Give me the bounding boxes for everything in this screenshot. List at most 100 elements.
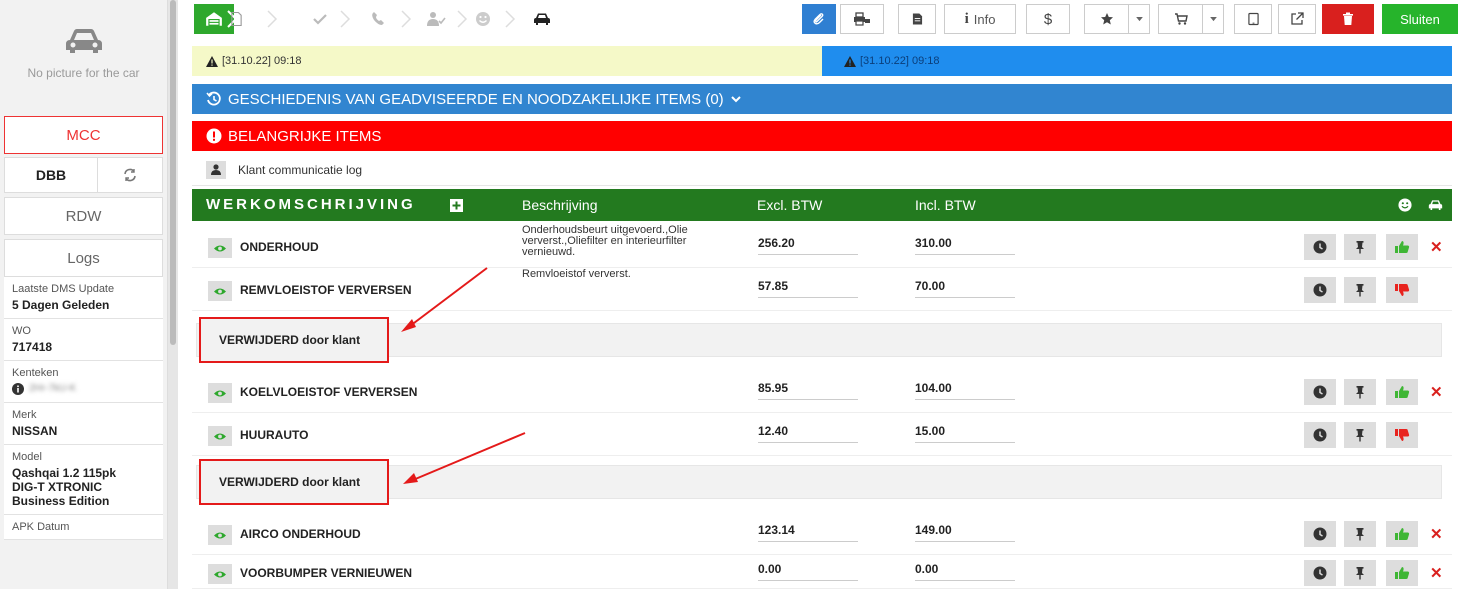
info-button[interactable]: i Info (944, 4, 1016, 34)
info-circle-icon (12, 383, 24, 395)
cart-button[interactable] (1158, 4, 1202, 34)
history-clock-button[interactable] (1304, 521, 1336, 547)
remove-item-x-icon[interactable]: ✕ (1430, 238, 1443, 256)
pin-button[interactable] (1344, 521, 1376, 547)
close-button[interactable]: Sluiten (1382, 4, 1458, 34)
logs-button[interactable]: Logs (4, 239, 163, 277)
add-icon[interactable] (450, 199, 463, 212)
car-step-button[interactable] (524, 4, 560, 34)
work-item-row: VOORBUMPER VERNIEUWEN 0.00 0.00 ✕ (192, 556, 1452, 589)
thumbs-up-button[interactable] (1386, 521, 1418, 547)
clock-icon (1313, 385, 1327, 399)
pin-button[interactable] (1344, 234, 1376, 260)
info-wo: WO 717418 (4, 319, 163, 361)
history-clock-button[interactable] (1304, 560, 1336, 586)
phone-icon (372, 12, 384, 25)
sidebar-scroll-thumb[interactable] (170, 0, 176, 345)
pin-icon (1353, 240, 1367, 254)
history-clock-button[interactable] (1304, 277, 1336, 303)
clock-icon (1313, 527, 1327, 541)
thumbs-up-button[interactable] (1386, 379, 1418, 405)
print-car-button[interactable] (840, 4, 884, 34)
tablet-icon (1247, 12, 1259, 26)
removed-row: VERWIJDERD door klant (196, 459, 1442, 505)
history-bar[interactable]: GESCHIEDENIS VAN GEADVISEERDE EN NOODZAK… (192, 84, 1452, 114)
thumbs-up-button[interactable] (1386, 234, 1418, 260)
price-excl-input[interactable]: 57.85 (758, 279, 858, 298)
favorite-button[interactable] (1084, 4, 1128, 34)
person-icon (206, 160, 226, 179)
alert-row: [31.10.22] 09:18 [31.10.22] 09:18 (192, 46, 1452, 76)
eye-toggle-button[interactable] (208, 525, 232, 545)
eye-icon (214, 389, 226, 398)
cart-dropdown-button[interactable] (1202, 4, 1224, 34)
thumbs-down-icon (1394, 283, 1410, 297)
paperclip-icon (813, 13, 824, 25)
rdw-button[interactable]: RDW (4, 197, 163, 235)
remove-item-x-icon[interactable]: ✕ (1430, 383, 1443, 401)
eye-toggle-button[interactable] (208, 238, 232, 258)
work-item-row: ONDERHOUD Onderhoudsbeurt uitgevoerd.,Ol… (192, 225, 1452, 268)
mcc-button[interactable]: MCC (4, 116, 163, 154)
pin-button[interactable] (1344, 422, 1376, 448)
thumbs-up-icon (1394, 566, 1410, 580)
history-clock-button[interactable] (1304, 234, 1336, 260)
work-item-row: AIRCO ONDERHOUD 123.14 149.00 ✕ (192, 513, 1452, 555)
dbb-button[interactable]: DBB (4, 157, 97, 193)
work-item-row: REMVLOEISTOF VERVERSEN Remvloeistof verv… (192, 269, 1452, 311)
eye-toggle-button[interactable] (208, 426, 232, 446)
price-incl-input[interactable]: 0.00 (915, 562, 1015, 581)
toolbar: i Info $ Sluiten (192, 4, 1462, 34)
pin-button[interactable] (1344, 277, 1376, 303)
delete-button[interactable] (1322, 4, 1374, 34)
price-excl-input[interactable]: 12.40 (758, 424, 858, 443)
chevron-right-icon (327, 4, 363, 34)
price-excl-input[interactable]: 85.95 (758, 381, 858, 400)
communication-log-row[interactable]: Klant communicatie log (192, 154, 1452, 186)
favorite-dropdown-button[interactable] (1128, 4, 1150, 34)
license-plate-value: 2Hr-7kU-K (29, 383, 77, 394)
pin-icon (1353, 566, 1367, 580)
price-incl-input[interactable]: 15.00 (915, 424, 1015, 443)
price-incl-input[interactable]: 310.00 (915, 236, 1015, 255)
price-button[interactable]: $ (1026, 4, 1070, 34)
user-check-icon (427, 12, 446, 26)
info-letter-icon: i (964, 10, 969, 27)
price-excl-input[interactable]: 0.00 (758, 562, 858, 581)
chevron-right-icon (254, 4, 290, 34)
clock-icon (1313, 428, 1327, 442)
caret-down-icon (1209, 16, 1217, 21)
thumbs-down-button[interactable] (1386, 277, 1418, 303)
history-clock-button[interactable] (1304, 422, 1336, 448)
thumbs-up-button[interactable] (1386, 560, 1418, 586)
sidebar: No picture for the car MCC DBB RDW Logs … (0, 0, 168, 589)
car-picture-placeholder: No picture for the car (0, 0, 167, 108)
print-icon (854, 12, 870, 26)
file-step-button[interactable] (218, 4, 254, 34)
price-excl-input[interactable]: 256.20 (758, 236, 858, 255)
price-excl-input[interactable]: 123.14 (758, 523, 858, 542)
remove-item-x-icon[interactable]: ✕ (1430, 525, 1443, 543)
pin-button[interactable] (1344, 379, 1376, 405)
removed-by-customer-label: VERWIJDERD door klant (199, 459, 389, 505)
eye-toggle-button[interactable] (208, 383, 232, 403)
exclamation-circle-icon (206, 128, 222, 144)
price-incl-input[interactable]: 70.00 (915, 279, 1015, 298)
eye-toggle-button[interactable] (208, 564, 232, 584)
tablet-button[interactable] (1234, 4, 1272, 34)
history-clock-button[interactable] (1304, 379, 1336, 405)
eye-toggle-button[interactable] (208, 281, 232, 301)
attachment-button[interactable] (802, 4, 836, 34)
clock-icon (1313, 283, 1327, 297)
thumbs-down-button[interactable] (1386, 422, 1418, 448)
pin-button[interactable] (1344, 560, 1376, 586)
document-button[interactable] (898, 4, 936, 34)
important-items-bar: BELANGRIJKE ITEMS (192, 121, 1452, 151)
pin-icon (1353, 428, 1367, 442)
caret-down-icon (1135, 16, 1143, 21)
remove-item-x-icon[interactable]: ✕ (1430, 564, 1443, 582)
price-incl-input[interactable]: 104.00 (915, 381, 1015, 400)
refresh-dbb-button[interactable] (97, 157, 163, 193)
external-link-button[interactable] (1278, 4, 1316, 34)
price-incl-input[interactable]: 149.00 (915, 523, 1015, 542)
